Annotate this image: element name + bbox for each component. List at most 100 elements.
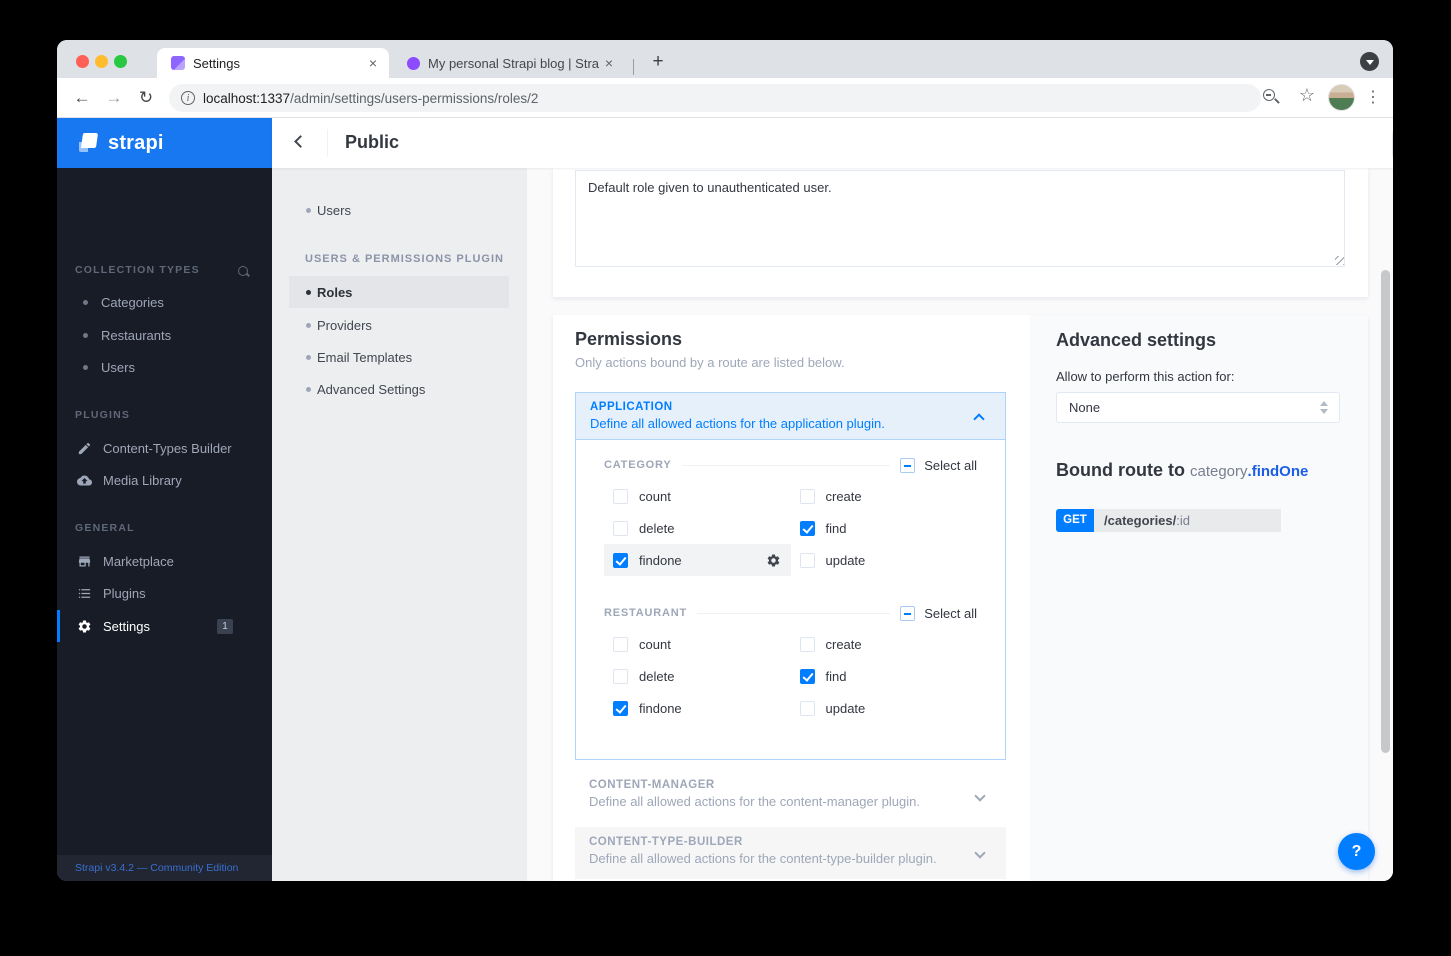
perm-category-find[interactable]: find <box>791 512 978 544</box>
subnav-item-users[interactable]: Users <box>289 194 509 226</box>
application-accordion-header[interactable]: APPLICATION Define all allowed actions f… <box>575 392 1006 440</box>
checkbox[interactable] <box>799 668 815 684</box>
blog-favicon-icon <box>407 56 420 70</box>
checkbox[interactable] <box>799 520 815 536</box>
subnav-item-email-templates[interactable]: Email Templates <box>289 341 509 373</box>
strapi-favicon-icon <box>171 56 185 70</box>
sidebar-item-marketplace[interactable]: Marketplace <box>57 545 272 577</box>
advanced-settings-title: Advanced settings <box>1056 330 1217 350</box>
strapi-logo-text: strapi <box>108 131 164 154</box>
tab-settings[interactable]: Settings × <box>157 48 389 78</box>
info-icon[interactable]: i <box>181 91 195 105</box>
address-bar[interactable]: i localhost:1337/admin/settings/users-pe… <box>169 84 1261 112</box>
checkbox[interactable] <box>799 700 815 716</box>
profile-avatar[interactable] <box>1328 84 1355 111</box>
content-manager-accordion[interactable]: CONTENT-MANAGER Define all allowed actio… <box>575 770 1006 822</box>
browser-menu-icon[interactable]: ⋮ <box>1365 85 1381 111</box>
role-description-textarea[interactable]: Default role given to unauthenticated us… <box>575 170 1345 267</box>
checkbox[interactable] <box>613 636 628 652</box>
route-controller: category <box>1189 463 1248 480</box>
perm-restaurant-count[interactable]: count <box>604 628 791 660</box>
accordion-description: Define all allowed actions for the conte… <box>589 794 920 809</box>
back-icon[interactable]: ← <box>69 85 95 111</box>
perm-category-delete[interactable]: delete <box>604 512 791 544</box>
forward-icon[interactable]: → <box>101 85 127 111</box>
checkbox[interactable] <box>799 636 815 652</box>
checkbox[interactable] <box>613 488 628 504</box>
subnav-section-title: USERS & PERMISSIONS PLUGIN <box>305 253 504 265</box>
category-select-all-checkbox[interactable] <box>900 457 916 473</box>
route-action: .findOne <box>1247 463 1309 480</box>
help-button[interactable]: ? <box>1338 833 1375 870</box>
perm-category-update[interactable]: update <box>791 544 978 576</box>
close-tab-icon[interactable]: × <box>599 55 625 71</box>
perm-restaurant-find[interactable]: find <box>791 660 978 692</box>
sidebar-item-settings[interactable]: Settings 1 <box>57 610 272 642</box>
sidebar-item-users[interactable]: Users <box>57 351 272 383</box>
chevron-left-icon <box>294 135 307 148</box>
reset-button[interactable]: Reset <box>1392 131 1393 158</box>
tab-search-chevron-icon[interactable] <box>1360 52 1379 71</box>
perm-category-count[interactable]: count <box>604 480 791 512</box>
permission-settings-button[interactable] <box>766 553 781 568</box>
sidebar-item-content-types-builder[interactable]: Content-Types Builder <box>57 432 272 464</box>
sidebar-item-categories[interactable]: Categories <box>57 286 272 318</box>
content-type-builder-accordion[interactable]: CONTENT-TYPE-BUILDER Define all allowed … <box>575 827 1006 879</box>
checkbox[interactable] <box>613 552 628 568</box>
accordion-description: Define all allowed actions for the appli… <box>590 416 885 431</box>
sidebar-item-restaurants[interactable]: Restaurants <box>57 319 272 351</box>
vertical-scrollbar[interactable] <box>1381 270 1390 753</box>
resize-handle-icon[interactable] <box>1335 256 1344 265</box>
bookmark-star-icon[interactable]: ☆ <box>1299 85 1315 106</box>
browser-toolbar: ← → ↻ i localhost:1337/admin/settings/us… <box>57 78 1393 118</box>
restaurant-select-all-checkbox[interactable] <box>900 605 916 621</box>
strapi-logo-icon <box>79 132 100 154</box>
back-button[interactable] <box>272 118 327 168</box>
application-accordion-body: CATEGORY Select all count create delete … <box>575 440 1006 760</box>
window-close-button[interactable] <box>76 55 89 68</box>
strapi-version-footer: Strapi v3.4.2 — Community Edition <box>57 855 272 881</box>
bullet-icon <box>306 386 311 392</box>
perm-restaurant-update[interactable]: update <box>791 692 978 724</box>
section-name: RESTAURANT <box>604 607 687 619</box>
search-icon[interactable] <box>238 266 250 278</box>
perm-restaurant-create[interactable]: create <box>791 628 978 660</box>
gear-icon <box>767 554 779 566</box>
accordion-label: CONTENT-MANAGER <box>589 779 715 791</box>
strapi-logo[interactable]: strapi <box>57 118 272 168</box>
checkbox[interactable] <box>799 488 815 504</box>
restaurant-section-header: RESTAURANT Select all <box>604 604 977 622</box>
new-tab-button[interactable]: + <box>645 50 671 76</box>
checkbox[interactable] <box>613 520 628 536</box>
bound-route-row: GET /categories/:id <box>1056 509 1281 532</box>
permissions-card: Permissions Only actions bound by a rout… <box>553 315 1368 881</box>
subnav-item-advanced-settings[interactable]: Advanced Settings <box>289 373 509 405</box>
perm-category-create[interactable]: create <box>791 480 978 512</box>
perm-restaurant-findone[interactable]: findone <box>604 692 791 724</box>
bullet-icon <box>83 364 88 370</box>
subnav-item-providers[interactable]: Providers <box>289 309 509 341</box>
zoom-out-icon[interactable] <box>1263 89 1281 107</box>
section-divider <box>696 612 891 614</box>
checkbox[interactable] <box>613 700 628 716</box>
window-zoom-button[interactable] <box>114 55 127 68</box>
sidebar-item-media-library[interactable]: Media Library <box>57 464 272 496</box>
reload-icon[interactable]: ↻ <box>133 85 159 111</box>
perm-category-findone[interactable]: findone <box>604 544 791 576</box>
perm-restaurant-delete[interactable]: delete <box>604 660 791 692</box>
bullet-icon <box>306 207 311 213</box>
sidebar-item-plugins[interactable]: Plugins <box>57 577 272 609</box>
route-path: /categories/:id <box>1094 509 1281 532</box>
application-accordion: APPLICATION Define all allowed actions f… <box>575 392 1006 760</box>
tab-title: My personal Strapi blog | Strap <box>428 55 599 71</box>
checkbox[interactable] <box>613 668 628 684</box>
subnav-item-roles[interactable]: Roles <box>289 276 509 308</box>
action-for-select[interactable]: None <box>1056 392 1340 423</box>
checkbox[interactable] <box>799 552 815 568</box>
window-minimize-button[interactable] <box>95 55 108 68</box>
close-tab-icon[interactable]: × <box>363 55 389 71</box>
app-header: Public Reset Save <box>272 118 1393 168</box>
tab-blog[interactable]: My personal Strapi blog | Strap × <box>397 48 625 78</box>
version-text[interactable]: Strapi v3.4.2 — Community Edition <box>75 862 238 874</box>
tab-strip: Settings × My personal Strapi blog | Str… <box>57 40 1393 78</box>
